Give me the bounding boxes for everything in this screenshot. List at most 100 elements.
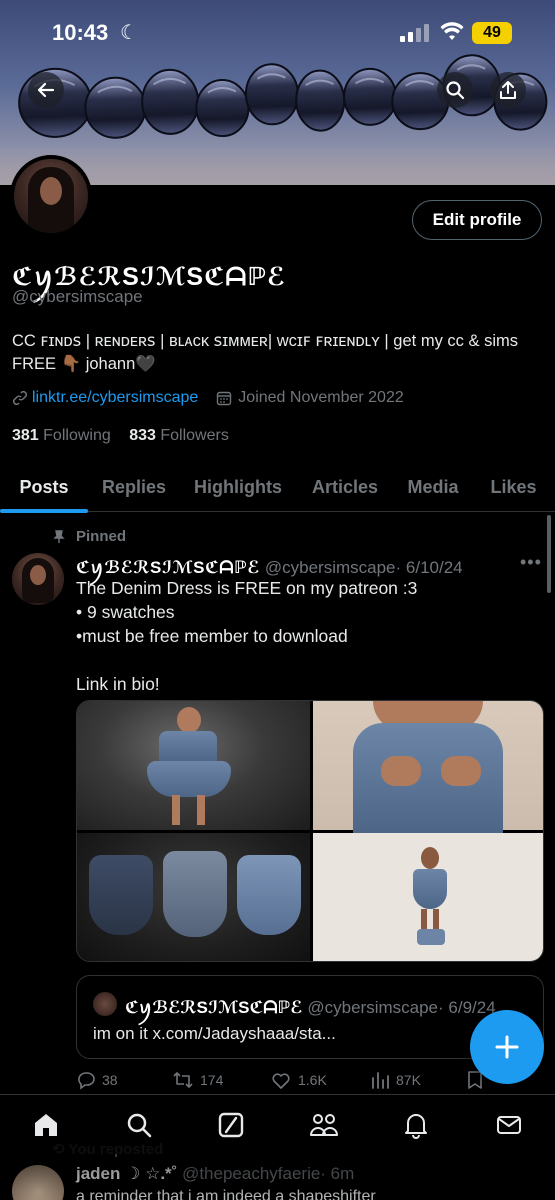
- like-button[interactable]: 1.6K: [270, 1068, 370, 1092]
- figure-shoulders: [177, 707, 201, 733]
- tab-likes[interactable]: Likes: [472, 462, 555, 512]
- bell-icon: [405, 1113, 428, 1139]
- nav-grok[interactable]: [211, 1105, 251, 1145]
- profile-avatar[interactable]: [10, 155, 92, 237]
- quote-text: im on it x.com/Jadayshaaa/sta...: [93, 1024, 336, 1043]
- reply-count: 38: [102, 1072, 118, 1088]
- next-post-date: · 6m: [320, 1164, 355, 1183]
- media-image-3[interactable]: [77, 833, 310, 961]
- heart-icon: [272, 1073, 290, 1089]
- avatar-face: [30, 565, 46, 585]
- post-avatar[interactable]: [12, 553, 64, 605]
- nav-home[interactable]: [26, 1105, 66, 1145]
- followers-label: Followers: [160, 427, 229, 444]
- back-button[interactable]: [28, 72, 64, 108]
- tab-articles[interactable]: Articles: [296, 462, 394, 512]
- joined-date: Joined November 2022: [238, 389, 404, 406]
- post-date[interactable]: · 6/10/24: [396, 558, 463, 577]
- profile-link[interactable]: linktr.ee/cybersimscape: [32, 389, 198, 407]
- repost-icon: [173, 1072, 193, 1088]
- figure-leg: [421, 909, 427, 931]
- more-options-icon[interactable]: •••: [520, 552, 542, 573]
- dress-figure: [413, 869, 447, 909]
- tab-replies[interactable]: Replies: [88, 462, 180, 512]
- media-image-4[interactable]: [313, 833, 543, 961]
- post-media-grid: [76, 700, 544, 962]
- profile-bio: CC ꜰɪɴᴅꜱ | ʀᴇɴᴅᴇʀꜱ | ʙʟᴀᴄᴋ ꜱɪᴍᴍᴇʀ| ᴡᴄɪꜰ …: [12, 332, 518, 373]
- scrollbar[interactable]: [547, 515, 551, 593]
- tab-highlights[interactable]: Highlights: [180, 462, 296, 512]
- communities-icon: [309, 1113, 338, 1136]
- post-author-name[interactable]: ℭꪗℬℰℛЅℐℳЅℭᗩℙℰ: [76, 558, 260, 577]
- like-count: 1.6K: [298, 1072, 327, 1088]
- figure-leg: [172, 795, 180, 825]
- profile-tabs: Posts Replies Highlights Articles Media …: [0, 462, 555, 513]
- compose-button[interactable]: [470, 1010, 544, 1084]
- next-post-author-name[interactable]: jaden ☽ ☆.*˚: [76, 1164, 177, 1183]
- nav-communities[interactable]: [304, 1105, 344, 1145]
- post-text: The Denim Dress is FREE on my patreon :3…: [76, 578, 418, 694]
- dress-bodice: [159, 731, 217, 763]
- nav-notifications[interactable]: [396, 1105, 436, 1145]
- profile-handle: @cybersimscape: [12, 287, 143, 306]
- pinned-label: Pinned: [76, 528, 127, 545]
- dress-swatch: [163, 851, 227, 937]
- cellular-signal-icon: [400, 24, 429, 42]
- pinned-indicator: Pinned: [52, 528, 126, 545]
- figure-leg: [433, 909, 439, 931]
- reply-icon: [78, 1072, 95, 1090]
- following-link[interactable]: 381 Following: [12, 427, 111, 444]
- grok-icon: [219, 1112, 244, 1137]
- profile-meta: linktr.ee/cybersimscape Joined November …: [12, 389, 404, 407]
- next-post-text: a reminder that i am indeed a shapeshift…: [76, 1188, 376, 1200]
- nav-messages[interactable]: [489, 1105, 529, 1145]
- link-icon: [12, 390, 28, 406]
- repost-count: 174: [200, 1072, 224, 1088]
- views-chart-icon: [372, 1072, 389, 1089]
- share-button[interactable]: [490, 72, 526, 108]
- tab-posts[interactable]: Posts: [0, 462, 88, 513]
- media-image-2[interactable]: [313, 701, 543, 833]
- nav-search[interactable]: [119, 1105, 159, 1145]
- repost-button[interactable]: 174: [172, 1068, 270, 1092]
- following-count: 381: [12, 427, 39, 444]
- quote-header: ℭꪗℬℰℛЅℐℳЅℭᗩℙℰ @cybersimscape· 6/9/24: [125, 992, 496, 1027]
- dress-swatch: [89, 855, 153, 935]
- figure-boots: [417, 929, 445, 945]
- focus-moon-icon: ☾: [120, 22, 138, 44]
- next-post-avatar[interactable]: [12, 1165, 64, 1200]
- bottom-navigation: [0, 1094, 555, 1154]
- views-count: 87K: [396, 1072, 421, 1088]
- views-button[interactable]: 87K: [370, 1068, 466, 1092]
- figure-hand: [441, 756, 481, 786]
- share-upload-icon: [500, 81, 516, 99]
- quote-avatar: [93, 992, 117, 1016]
- arrow-left-icon: [37, 82, 55, 98]
- dress-swatch: [237, 855, 301, 935]
- dress-skirt: [147, 761, 231, 797]
- next-post-author-handle[interactable]: @thepeachyfaerie: [182, 1164, 320, 1183]
- wifi-icon: [440, 22, 464, 40]
- pin-icon: [53, 529, 65, 543]
- plus-icon: [495, 1035, 519, 1059]
- edit-profile-button[interactable]: Edit profile: [412, 200, 542, 240]
- avatar-face: [40, 177, 62, 205]
- home-icon: [35, 1113, 58, 1136]
- search-button[interactable]: [437, 72, 473, 108]
- tab-media[interactable]: Media: [394, 462, 472, 512]
- reply-button[interactable]: 38: [76, 1068, 172, 1092]
- quote-date: · 6/9/24: [438, 998, 496, 1017]
- dress-corset: [353, 723, 503, 833]
- post-actions: 38 174 1.6K 87K: [76, 1068, 546, 1092]
- media-image-1[interactable]: [77, 701, 310, 830]
- following-label: Following: [43, 427, 111, 444]
- followers-link[interactable]: 833 Followers: [129, 427, 229, 444]
- profile-banner: 10:43 ☾ 49: [0, 0, 555, 185]
- search-icon: [127, 1113, 151, 1137]
- calendar-icon: [217, 391, 232, 406]
- figure-leg: [197, 795, 205, 825]
- status-time: 10:43: [52, 20, 109, 45]
- figure-head: [421, 847, 439, 869]
- followers-count: 833: [129, 427, 156, 444]
- post-author-handle[interactable]: @cybersimscape: [265, 558, 396, 577]
